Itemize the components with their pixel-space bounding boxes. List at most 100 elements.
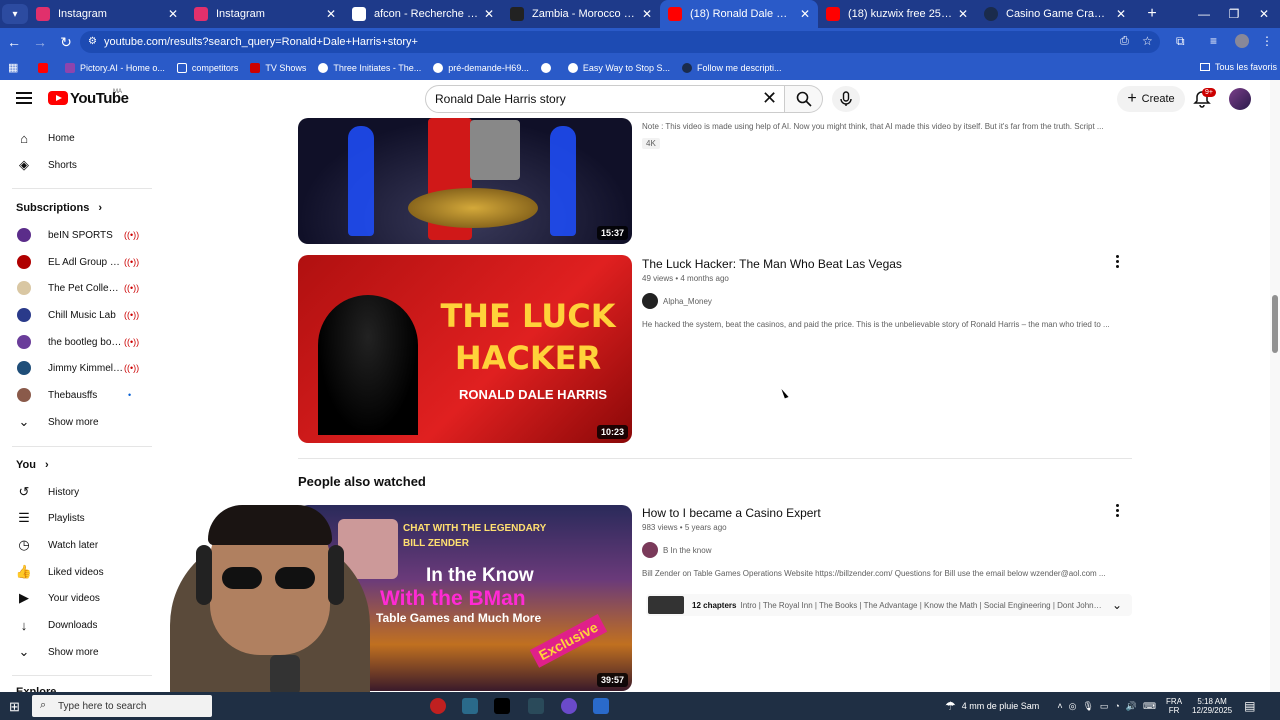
extensions-icon[interactable]: ⧉ (1176, 34, 1185, 49)
all-bookmarks[interactable]: Tous les favoris (1200, 62, 1277, 72)
bookmark-star-icon[interactable]: ☆ (1142, 34, 1153, 48)
restore-button[interactable]: ❐ (1218, 0, 1250, 28)
close-tab-icon[interactable]: ✕ (326, 7, 336, 21)
scrollbar-thumb[interactable] (1272, 295, 1278, 353)
chevron-up-icon[interactable]: ˄ (1057, 701, 1062, 711)
profile-icon[interactable] (1235, 34, 1249, 48)
windows-start-icon[interactable]: ⊞ (9, 699, 20, 715)
close-tab-icon[interactable]: ✕ (800, 7, 810, 21)
language-indicator[interactable]: FRA FR (1166, 697, 1182, 715)
notifications-icon[interactable]: ▤ (1244, 699, 1255, 713)
more-actions-icon[interactable] (1116, 504, 1120, 518)
bookmark-pre-demande[interactable]: pré-demande-H69... (433, 63, 529, 73)
forward-button[interactable]: → (28, 30, 52, 54)
tray-app-icon[interactable]: ◎ (1069, 701, 1077, 712)
sidebar-sub-bein[interactable]: beIN SPORTS ((•)) (0, 222, 153, 248)
app-icon[interactable] (462, 698, 478, 714)
live-icon: ((•)) (124, 363, 140, 373)
sidebar-item-shorts[interactable]: ◈ Shorts (0, 152, 153, 178)
create-button[interactable]: + Create (1117, 86, 1185, 112)
page-scrollbar[interactable] (1270, 80, 1280, 692)
clear-search-icon[interactable]: ✕ (762, 88, 777, 109)
sidebar-item-history[interactable]: ↺ History (0, 479, 153, 505)
chevron-down-icon[interactable]: ⌄ (1112, 598, 1122, 612)
app-icon[interactable] (528, 698, 544, 714)
tab-instagram-2[interactable]: Instagram ✕ (186, 0, 344, 28)
bookmark-youtube[interactable] (38, 63, 53, 73)
sidebar-sub-chill-music[interactable]: Chill Music Lab ((•)) (0, 302, 153, 328)
microphone-icon[interactable]: 🎙 (1082, 701, 1093, 712)
minimize-button[interactable]: — (1188, 0, 1220, 28)
bookmark-icon-only[interactable] (540, 63, 556, 73)
apps-icon[interactable]: ▦ (8, 61, 18, 74)
site-info-icon[interactable]: ⚙ (88, 36, 97, 47)
install-app-icon[interactable]: ⎙ (1120, 35, 1129, 48)
close-tab-icon[interactable]: ✕ (168, 7, 178, 21)
search-button[interactable] (785, 85, 823, 113)
chrome-menu-icon[interactable]: ⋮ (1261, 34, 1273, 48)
more-actions-icon[interactable] (1116, 255, 1120, 269)
close-window-button[interactable]: ✕ (1248, 0, 1280, 28)
globe-icon (540, 63, 551, 73)
account-avatar[interactable] (1229, 88, 1251, 110)
channel-avatar[interactable] (642, 293, 658, 309)
channel-avatar[interactable] (642, 542, 658, 558)
taskbar-search-input[interactable]: ⌕ Type here to search (32, 695, 212, 717)
sidebar-sub-eladl[interactable]: EL Adl Group - ے...((•)) (0, 249, 153, 275)
close-tab-icon[interactable]: ✕ (642, 7, 652, 21)
sidebar-sub-bootleg-boy[interactable]: the bootleg boy 2 ((•)) (0, 329, 153, 355)
close-tab-icon[interactable]: ✕ (484, 7, 494, 21)
chrome-icon[interactable] (561, 698, 577, 714)
address-bar[interactable]: ⚙ youtube.com/results?search_query=Ronal… (80, 31, 1160, 53)
tab-casino[interactable]: Casino Game Crash Explained ✕ (976, 0, 1134, 28)
bookmark-tv-shows[interactable]: TV Shows (250, 63, 306, 73)
volume-icon[interactable]: 🔊 (1126, 701, 1137, 712)
sidebar-show-more[interactable]: ⌄ Show more (0, 409, 153, 435)
keyboard-icon[interactable]: ⌨ (1143, 701, 1156, 712)
back-button[interactable]: ← (2, 30, 26, 54)
chapters-row[interactable]: 12 chapters Intro | The Royal Inn | The … (646, 594, 1132, 616)
menu-icon[interactable] (16, 92, 32, 104)
sidebar-sub-pet-collective[interactable]: The Pet Collective ((•)) (0, 275, 153, 301)
weather-text[interactable]: 4 mm de pluie Sam (962, 701, 1040, 711)
bookmark-follow-me[interactable]: Follow me descripti... (682, 63, 782, 73)
tab-google[interactable]: afcon - Recherche Google ✕ (344, 0, 502, 28)
tiktok-icon[interactable] (494, 698, 510, 714)
video-thumbnail-1[interactable]: 15:37 (298, 118, 632, 244)
channel-name[interactable]: Alpha_Money (663, 297, 712, 306)
video-title[interactable]: How to I became a Casino Expert (642, 506, 821, 520)
network-icon[interactable]: ▭ (1100, 701, 1109, 712)
person-hair (208, 505, 332, 545)
tab-instagram-1[interactable]: Instagram ✕ (28, 0, 186, 28)
channel-name[interactable]: B In the know (663, 546, 711, 555)
tab-youtube-active[interactable]: (18) Ronald Dale Harris story - ✕ (660, 0, 818, 28)
tab-betting[interactable]: Zambia - Morocco Betting - 29 ✕ (502, 0, 660, 28)
opera-icon[interactable] (430, 698, 446, 714)
tab-search-button[interactable]: ▾ (2, 4, 28, 24)
close-tab-icon[interactable]: ✕ (1116, 7, 1126, 21)
clock[interactable]: 5:18 AM 12/29/2025 (1192, 697, 1232, 715)
close-tab-icon[interactable]: ✕ (958, 7, 968, 21)
tab-youtube-2[interactable]: (18) kuzwix free 2500 dollars w ✕ (818, 0, 976, 28)
bookmark-pictory[interactable]: Pictory.AI - Home o... (65, 63, 165, 73)
weather-icon: ☂ (945, 699, 956, 713)
reload-button[interactable]: ↻ (54, 30, 78, 54)
calculator-icon[interactable] (593, 698, 609, 714)
you-heading[interactable]: You › (16, 459, 49, 471)
sidebar-sub-jimmy-kimmel[interactable]: Jimmy Kimmel L... ((•)) (0, 355, 153, 381)
bookmark-folder-competitors[interactable]: competitors (176, 63, 238, 73)
new-tab-button[interactable]: + (1142, 5, 1162, 23)
reading-list-icon[interactable]: ≡ (1210, 34, 1217, 48)
bookmark-easy-way[interactable]: Easy Way to Stop S... (567, 63, 670, 73)
video-thumbnail-2[interactable]: THE LUCK HACKER RONALD DALE HARRIS 10:23 (298, 255, 632, 443)
sidebar-item-home[interactable]: ⌂ Home (0, 125, 153, 151)
wifi-icon[interactable]: ◔ (1114, 701, 1119, 711)
region-code: MA (113, 89, 122, 95)
voice-search-button[interactable] (832, 86, 860, 112)
search-input[interactable]: Ronald Dale Harris story (425, 85, 785, 113)
video-title[interactable]: The Luck Hacker: The Man Who Beat Las Ve… (642, 257, 902, 271)
youtube-logo-icon[interactable] (48, 91, 68, 105)
sidebar-sub-thebausffs[interactable]: Thebausffs • (0, 382, 153, 408)
subscriptions-heading[interactable]: Subscriptions › (16, 202, 102, 214)
bookmark-three-initiates[interactable]: Three Initiates - The... (318, 63, 421, 73)
